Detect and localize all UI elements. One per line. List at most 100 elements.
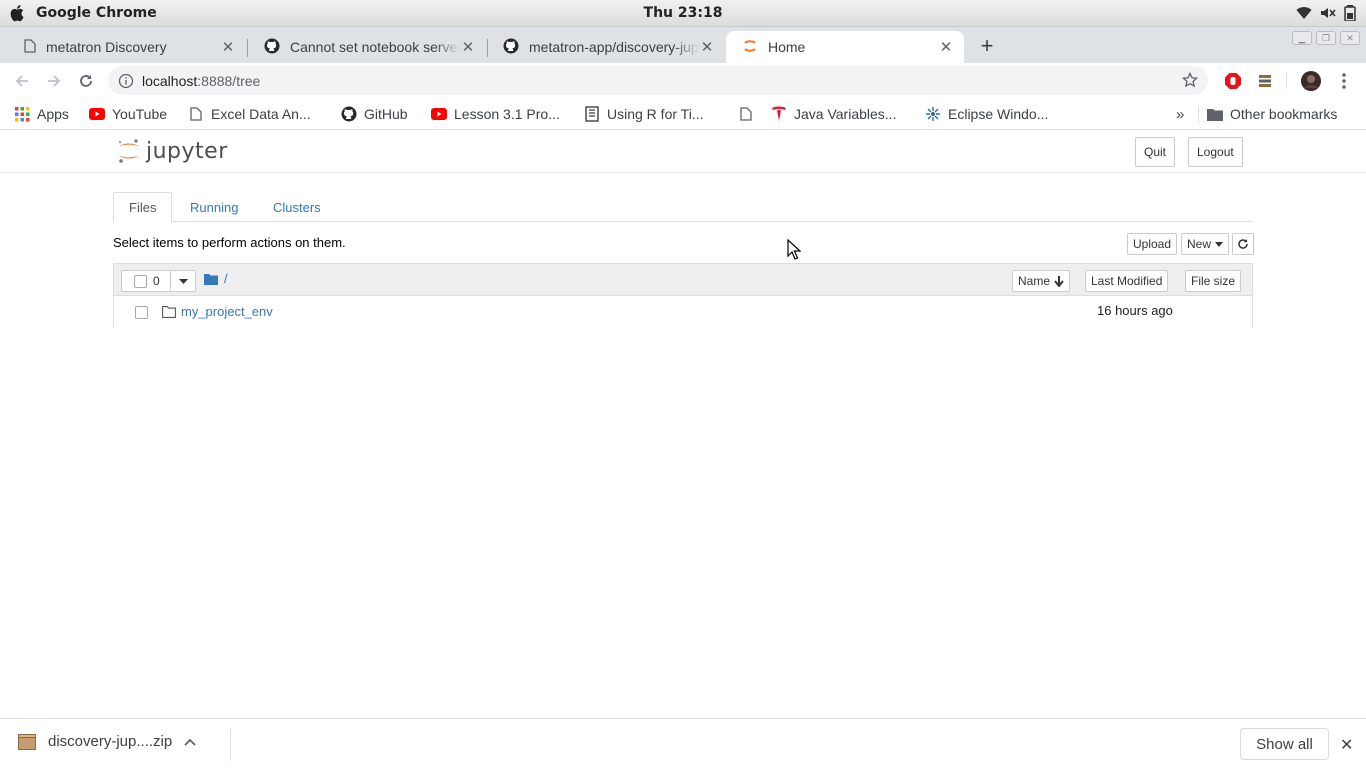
sort-by-last-modified-button[interactable]: Last Modified: [1085, 270, 1169, 292]
last-modified-value: 16 hours ago: [1097, 303, 1173, 318]
bookmark-label: Using R for Ti...: [607, 106, 704, 122]
bookmarks-overflow-button[interactable]: »: [1176, 103, 1184, 125]
new-button-label: New: [1187, 237, 1212, 251]
file-list-header: 0 / Name Last Modified File size: [114, 264, 1252, 296]
close-window-icon[interactable]: ✕: [1340, 31, 1360, 45]
browser-tab-active[interactable]: Home ✕: [726, 31, 964, 63]
caret-down-icon[interactable]: [179, 279, 188, 284]
download-item[interactable]: discovery-jup....zip: [18, 733, 196, 750]
info-icon[interactable]: [118, 73, 134, 89]
youtube-icon: [431, 106, 447, 122]
os-clock[interactable]: Thu 23:18: [0, 5, 1366, 21]
select-all-control[interactable]: 0: [121, 270, 196, 292]
quit-button[interactable]: Quit: [1135, 137, 1176, 167]
show-all-downloads-button[interactable]: Show all: [1240, 728, 1329, 760]
restore-window-icon[interactable]: ❐: [1316, 31, 1336, 45]
browser-tab[interactable]: Cannot set notebook server ✕: [248, 31, 486, 63]
document-icon: [188, 106, 204, 122]
tab-title: Home: [768, 39, 806, 55]
os-top-bar: Google Chrome Thu 23:18: [0, 0, 1366, 27]
back-button[interactable]: [10, 69, 34, 93]
close-tab-icon[interactable]: ✕: [460, 39, 476, 56]
folder-icon: [1207, 106, 1223, 122]
apple-menu-icon[interactable]: [0, 4, 36, 22]
browser-tab-strip: metatron Discovery ✕ Cannot set notebook…: [0, 27, 1366, 63]
select-all-checkbox[interactable]: [134, 275, 147, 288]
close-tab-icon[interactable]: ✕: [699, 39, 715, 56]
bookmark-untitled[interactable]: [738, 103, 754, 125]
file-list-row[interactable]: my_project_env 16 hours ago: [114, 296, 1252, 327]
minimize-window-icon[interactable]: ▁: [1292, 31, 1312, 45]
bookmark-using-r[interactable]: Using R for Ti...: [584, 103, 703, 125]
bookmark-lesson[interactable]: Lesson 3.1 Pro...: [431, 103, 560, 125]
close-shelf-icon[interactable]: ✕: [1340, 735, 1353, 755]
sort-by-file-size-button[interactable]: File size: [1185, 270, 1242, 292]
bookmark-apps[interactable]: Apps: [14, 103, 69, 125]
row-checkbox[interactable]: [135, 306, 148, 319]
adblock-extension-icon[interactable]: [1223, 71, 1243, 91]
bookmark-java-variables[interactable]: Java Variables...: [771, 103, 896, 125]
book-icon: [584, 106, 600, 122]
bookmark-github[interactable]: GitHub: [341, 103, 408, 125]
github-icon: [341, 106, 357, 122]
jupyter-header: jupyter Quit Logout: [0, 131, 1366, 173]
sort-by-name-button[interactable]: Name: [1012, 270, 1071, 292]
reload-button[interactable]: [74, 69, 98, 93]
close-tab-icon[interactable]: ✕: [938, 39, 954, 56]
bookmark-label: Apps: [37, 106, 69, 122]
volume-muted-icon[interactable]: [1320, 6, 1336, 24]
other-bookmarks-folder[interactable]: Other bookmarks: [1207, 103, 1337, 125]
tab-clusters[interactable]: Clusters: [258, 192, 336, 222]
download-divider: [230, 729, 231, 761]
arrow-down-icon: [1054, 275, 1064, 287]
refresh-icon: [1238, 239, 1248, 249]
new-dropdown-button[interactable]: New: [1181, 233, 1230, 255]
browser-tab[interactable]: metatron-app/discovery-jupyter ✕: [487, 31, 725, 63]
upload-button[interactable]: Upload: [1127, 233, 1178, 255]
tab-running[interactable]: Running: [175, 192, 253, 222]
chevron-up-icon[interactable]: [184, 738, 196, 746]
toolbar-divider: [1286, 73, 1287, 89]
tab-files[interactable]: Files: [113, 192, 173, 223]
bookmark-label: Eclipse Windo...: [948, 106, 1049, 122]
close-tab-icon[interactable]: ✕: [220, 39, 236, 56]
browser-toolbar: localhost:8888/tree: [0, 63, 1366, 98]
jupyter-tabs: Files Running Clusters: [113, 192, 1253, 223]
bookmark-label: YouTube: [112, 106, 168, 122]
folder-link[interactable]: my_project_env: [181, 304, 273, 319]
archive-file-icon: [18, 733, 36, 750]
forward-button[interactable]: [42, 69, 66, 93]
bookmark-youtube[interactable]: YouTube: [89, 103, 167, 125]
bookmark-label: GitHub: [364, 106, 408, 122]
breadcrumb-root[interactable]: /: [224, 271, 228, 286]
selection-hint: Select items to perform actions on them.: [113, 235, 346, 250]
bookmark-star-icon[interactable]: [1181, 71, 1199, 91]
arrow-right-icon: [48, 75, 61, 87]
url-text[interactable]: localhost:8888/tree: [142, 73, 260, 89]
active-app-name[interactable]: Google Chrome: [36, 5, 157, 21]
bookmark-eclipse-window[interactable]: Eclipse Windo...: [925, 103, 1048, 125]
control-divider: [170, 271, 171, 291]
wifi-icon[interactable]: [1296, 6, 1312, 24]
jupyter-logo-icon: [118, 139, 139, 163]
bookmark-label: Java Variables...: [794, 106, 897, 122]
document-icon: [24, 38, 36, 56]
profile-avatar[interactable]: [1301, 71, 1321, 91]
bookmark-excel-data[interactable]: Excel Data An...: [188, 103, 311, 125]
bookmarks-divider: [1198, 107, 1199, 123]
server-extension-icon[interactable]: [1255, 71, 1275, 91]
breadcrumb[interactable]: /: [204, 271, 228, 286]
eclipse-icon: [925, 106, 941, 122]
apps-grid-icon: [14, 106, 30, 122]
logout-button[interactable]: Logout: [1188, 137, 1243, 167]
url-path: :8888/tree: [197, 72, 261, 89]
browser-tab[interactable]: metatron Discovery ✕: [8, 31, 246, 63]
jupyter-logo[interactable]: jupyter: [116, 137, 228, 165]
battery-icon[interactable]: [1344, 5, 1356, 25]
mouse-pointer-icon: [787, 239, 801, 260]
refresh-button[interactable]: [1232, 233, 1254, 255]
address-bar[interactable]: localhost:8888/tree: [108, 66, 1208, 95]
new-tab-button[interactable]: +: [976, 33, 998, 58]
download-shelf: discovery-jup....zip Show all ✕: [0, 718, 1366, 768]
chrome-menu-icon[interactable]: [1334, 71, 1354, 91]
